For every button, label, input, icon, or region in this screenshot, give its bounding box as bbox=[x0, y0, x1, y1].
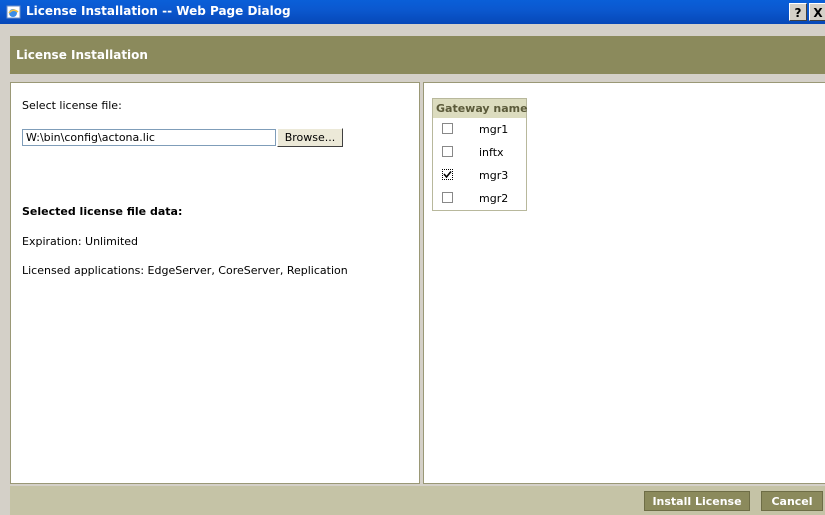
install-license-button[interactable]: Install License bbox=[644, 491, 750, 511]
cancel-button[interactable]: Cancel bbox=[761, 491, 823, 511]
select-license-label: Select license file: bbox=[22, 99, 122, 112]
gateway-row: inftx bbox=[433, 141, 526, 164]
help-button[interactable]: ? bbox=[789, 3, 807, 21]
licensed-apps-text: Licensed applications: EdgeServer, CoreS… bbox=[22, 264, 348, 277]
dialog-header-title: License Installation bbox=[16, 48, 148, 62]
license-file-input[interactable]: W:\bin\config\actona.lic bbox=[22, 129, 276, 146]
expiration-text: Expiration: Unlimited bbox=[22, 235, 139, 248]
gateway-checkbox[interactable] bbox=[442, 192, 453, 203]
selected-data-heading: Selected license file data: bbox=[22, 205, 183, 218]
close-button[interactable]: X bbox=[809, 3, 825, 21]
checkmark-icon bbox=[443, 170, 452, 179]
dialog-header: License Installation bbox=[10, 36, 825, 74]
window-title: License Installation -- Web Page Dialog bbox=[26, 4, 291, 18]
gateway-row: mgr1 bbox=[433, 118, 526, 141]
gateway-row: mgr2 bbox=[433, 187, 526, 210]
app-icon bbox=[6, 4, 22, 20]
browse-button[interactable]: Browse... bbox=[277, 128, 343, 147]
gateway-name: inftx bbox=[479, 146, 504, 159]
gateway-name: mgr3 bbox=[479, 169, 509, 182]
gateway-checkbox[interactable] bbox=[442, 146, 453, 157]
gateway-table: Gateway name mgr1 inftx mgr3 mgr2 bbox=[432, 98, 528, 211]
gateway-table-header: Gateway name bbox=[433, 99, 528, 118]
gateway-row: mgr3 bbox=[433, 164, 526, 187]
window-frame bbox=[0, 24, 10, 515]
gateway-name: mgr1 bbox=[479, 123, 509, 136]
gateway-checkbox[interactable] bbox=[442, 123, 453, 134]
gateway-name: mgr2 bbox=[479, 192, 509, 205]
title-bar: License Installation -- Web Page Dialog … bbox=[0, 0, 825, 24]
gateway-checkbox-checked[interactable] bbox=[442, 169, 453, 180]
